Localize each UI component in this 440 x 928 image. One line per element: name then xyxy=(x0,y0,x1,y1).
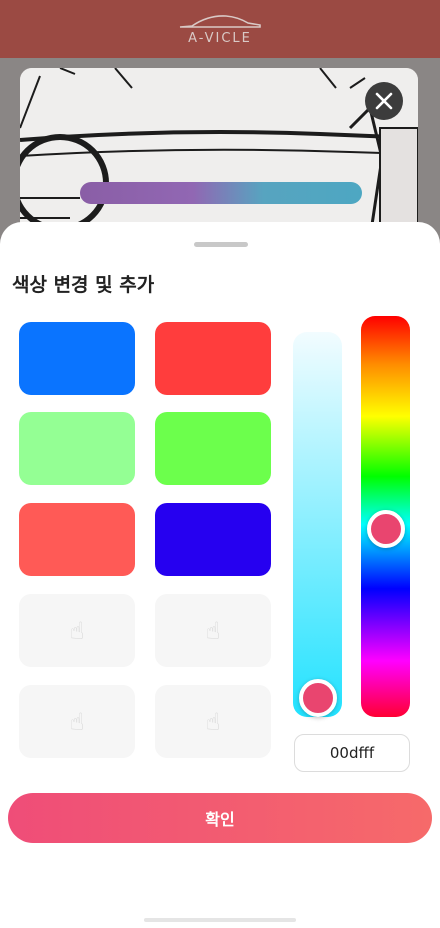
screen: A-VICLE 색상 변경 및 추가 ☝ ☝ ☝ ☝ 00dfff 확인 xyxy=(0,0,440,928)
color-swatch-4[interactable] xyxy=(155,412,271,485)
tap-hand-icon: ☝ xyxy=(205,616,221,645)
empty-color-slot[interactable]: ☝ xyxy=(155,594,271,667)
car-interior-preview xyxy=(20,68,418,238)
color-swatch-5[interactable] xyxy=(19,503,135,576)
tap-hand-icon: ☝ xyxy=(205,707,221,736)
brand-header: A-VICLE xyxy=(0,0,440,58)
brand-logo: A-VICLE xyxy=(178,13,262,46)
empty-color-slot[interactable]: ☝ xyxy=(19,594,135,667)
tap-hand-icon: ☝ xyxy=(69,616,85,645)
close-button[interactable] xyxy=(365,82,403,120)
tap-hand-icon: ☝ xyxy=(69,707,85,736)
home-indicator xyxy=(144,918,296,922)
color-swatch-1[interactable] xyxy=(19,322,135,395)
hue-slider[interactable] xyxy=(361,316,410,717)
brand-name: A-VICLE xyxy=(188,30,252,46)
confirm-button[interactable]: 확인 xyxy=(8,793,432,843)
saturation-slider[interactable] xyxy=(293,332,342,717)
hex-color-input[interactable]: 00dfff xyxy=(294,734,410,772)
sheet-title: 색상 변경 및 추가 xyxy=(12,274,155,296)
color-swatch-3[interactable] xyxy=(19,412,135,485)
close-icon xyxy=(375,92,393,110)
empty-color-slot[interactable]: ☝ xyxy=(155,685,271,758)
color-swatch-2[interactable] xyxy=(155,322,271,395)
hue-slider-thumb[interactable] xyxy=(367,510,405,548)
car-silhouette-icon xyxy=(179,14,261,28)
sheet-handle[interactable] xyxy=(194,242,248,247)
color-bottom-sheet: 색상 변경 및 추가 ☝ ☝ ☝ ☝ 00dfff 확인 xyxy=(0,222,440,928)
empty-color-slot[interactable]: ☝ xyxy=(19,685,135,758)
car-interior-illustration xyxy=(20,68,418,238)
ambient-light-preview-bar xyxy=(80,182,362,204)
color-swatch-6[interactable] xyxy=(155,503,271,576)
saturation-slider-thumb[interactable] xyxy=(299,679,337,717)
